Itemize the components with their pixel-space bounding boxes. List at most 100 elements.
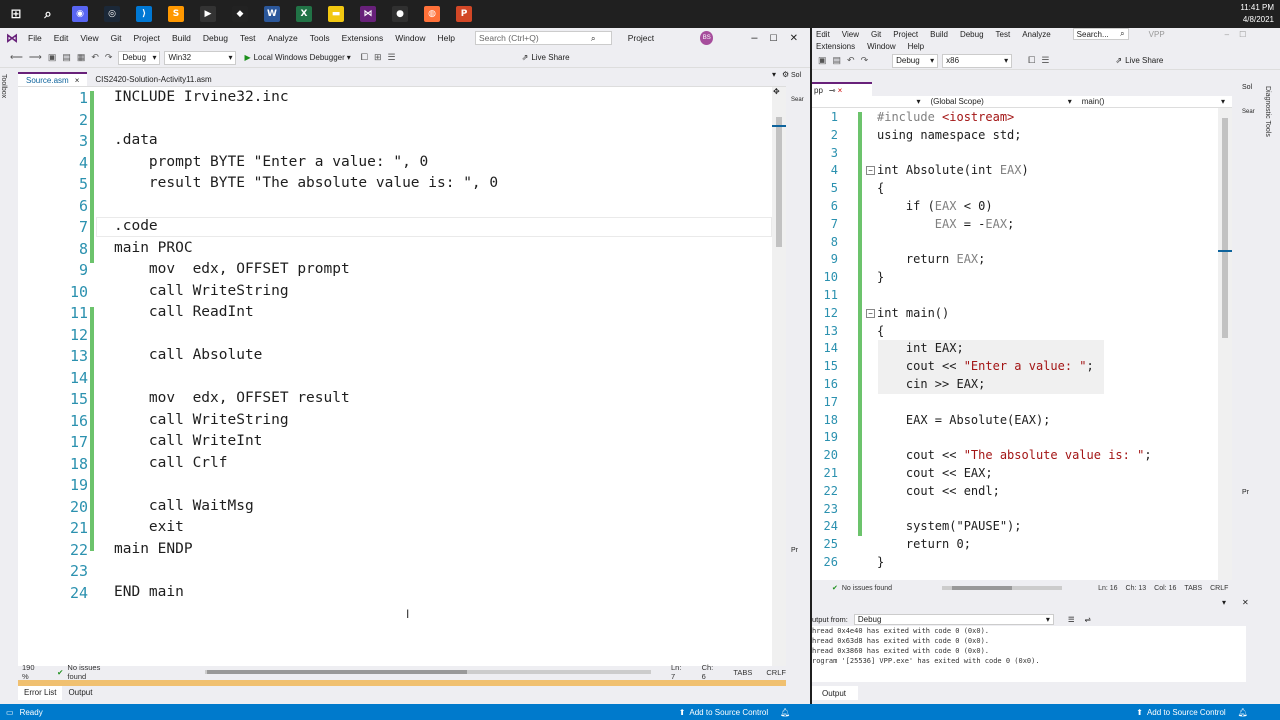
close-icon[interactable]: ×: [838, 86, 843, 95]
function-select[interactable]: main() ▾: [1078, 96, 1228, 107]
maximize-button[interactable]: ☐: [1239, 30, 1246, 39]
comment-icon[interactable]: ☰: [388, 52, 396, 63]
output-text[interactable]: hread 0x4e40 has exited with code 0 (0x0…: [812, 626, 1246, 682]
line-indicator[interactable]: Ln: 16: [1098, 585, 1117, 592]
asm-editor[interactable]: 1 2 3 4 5 6 7 8 9 10 11 12 13 14 15 16 17 18 19 20 21 22 23 24 …: [18, 86, 786, 667]
search-panel-tab[interactable]: Sear: [789, 95, 809, 105]
right-search-input[interactable]: Search... ⌕: [1072, 28, 1129, 40]
diagnostic-tools-strip[interactable]: Diagnostic Tools: [1264, 82, 1280, 182]
menu-window[interactable]: Window: [395, 33, 425, 43]
terminal-icon[interactable]: ▶: [192, 0, 224, 28]
tab-source-asm[interactable]: Source.asm ×: [18, 72, 88, 86]
powerpoint-icon[interactable]: P: [448, 0, 480, 28]
sublime-icon[interactable]: S: [160, 0, 192, 28]
scroll-thumb[interactable]: [776, 117, 782, 247]
right-tab-vpp[interactable]: pp ⊸ ×: [812, 82, 872, 96]
minimize-button[interactable]: –: [751, 32, 757, 44]
minimize-button[interactable]: –: [1225, 30, 1229, 39]
scroll-thumb[interactable]: [1222, 118, 1228, 338]
project-label[interactable]: Project: [628, 33, 654, 43]
breakpoint-icon[interactable]: ⧠: [1028, 55, 1035, 66]
solution-explorer-tab[interactable]: Sol: [789, 70, 809, 81]
tab-error-list[interactable]: Error List: [18, 686, 63, 700]
redo-icon[interactable]: ↷: [105, 52, 113, 63]
pin-icon[interactable]: ⊸: [829, 86, 836, 95]
menu-extensions[interactable]: Extensions: [342, 33, 384, 43]
tab-output[interactable]: Output: [62, 686, 98, 700]
new-file-icon[interactable]: ▣: [48, 52, 57, 63]
taskbar-clock[interactable]: 11:41 PM 4/8/2021: [1240, 2, 1274, 26]
menu-test[interactable]: Test: [996, 30, 1011, 39]
tab-list-dropdown[interactable]: ▾: [772, 70, 776, 79]
left-search-input[interactable]: Search (Ctrl+Q) ⌕: [474, 31, 612, 45]
vscode-icon[interactable]: ⟩: [128, 0, 160, 28]
issues-status[interactable]: No issues found: [842, 585, 892, 592]
menu-help[interactable]: Help: [437, 33, 454, 43]
solution-explorer-tab[interactable]: Sol: [1240, 82, 1260, 93]
discord-icon[interactable]: ◉: [64, 0, 96, 28]
file-explorer-icon[interactable]: ▬: [320, 0, 352, 28]
line-indicator[interactable]: Ln: 7: [671, 663, 688, 681]
new-file-icon[interactable]: ▣: [818, 55, 827, 66]
search-icon[interactable]: ⌕: [32, 0, 64, 28]
word-wrap-icon[interactable]: ⇌: [1085, 615, 1091, 624]
steam-icon[interactable]: ◎: [96, 0, 128, 28]
live-share-button[interactable]: ⇗ Live Share: [522, 53, 570, 62]
menu-debug[interactable]: Debug: [960, 30, 984, 39]
save-all-icon[interactable]: ▦: [77, 52, 86, 63]
char-indicator[interactable]: Ch: 13: [1126, 585, 1147, 592]
menu-view[interactable]: View: [80, 33, 98, 43]
tabs-indicator[interactable]: TABS: [1184, 585, 1202, 592]
cpp-editor[interactable]: 1 2 3 4 5 6 7 8 9 10 11 12 13 14 15 16 17 18 19 20 21 22 23 24 2…: [812, 108, 1232, 580]
menu-help[interactable]: Help: [908, 42, 924, 51]
menu-extensions[interactable]: Extensions: [816, 42, 855, 51]
right-horizontal-scrollbar[interactable]: [942, 586, 1063, 590]
undo-icon[interactable]: ↶: [847, 55, 855, 66]
toolbox-strip[interactable]: Toolbox: [0, 70, 16, 690]
back-icon[interactable]: ⟵: [10, 52, 23, 63]
maximize-button[interactable]: ☐: [770, 33, 778, 44]
add-to-source-control-left[interactable]: Add to Source Control: [689, 708, 768, 717]
output-close-icon[interactable]: ✕: [1242, 598, 1249, 607]
menu-build[interactable]: Build: [930, 30, 948, 39]
menu-file[interactable]: File: [28, 33, 42, 43]
menu-git[interactable]: Git: [871, 30, 881, 39]
issues-status[interactable]: No issues found: [67, 663, 120, 681]
redo-icon[interactable]: ↷: [861, 55, 869, 66]
char-indicator[interactable]: Ch: 6: [702, 663, 720, 681]
properties-panel-tab[interactable]: Pr: [789, 545, 809, 556]
menu-window[interactable]: Window: [867, 42, 895, 51]
tab-output-right[interactable]: Output: [812, 686, 858, 700]
zoom-level[interactable]: 190 %: [22, 663, 43, 681]
forward-icon[interactable]: ⟶: [29, 52, 42, 63]
menu-debug[interactable]: Debug: [203, 33, 228, 43]
global-scope-select[interactable]: (Global Scope) ▾: [927, 96, 1075, 107]
menu-build[interactable]: Build: [172, 33, 191, 43]
left-config-select[interactable]: Debug ▾: [118, 50, 161, 65]
avatar[interactable]: BS: [700, 31, 714, 45]
format-icon[interactable]: ⊞: [374, 52, 382, 63]
menu-edit[interactable]: Edit: [816, 30, 830, 39]
menu-test[interactable]: Test: [240, 33, 256, 43]
right-vertical-scrollbar[interactable]: [1218, 108, 1232, 580]
live-share-button[interactable]: ⇗ Live Share: [1115, 56, 1163, 65]
breakpoint-icon[interactable]: ⧠: [361, 52, 368, 63]
right-platform-select[interactable]: x86 ▾: [942, 53, 1013, 68]
obs-icon[interactable]: ●: [384, 0, 416, 28]
save-icon[interactable]: ▤: [833, 55, 842, 66]
left-platform-select[interactable]: Win32 ▾: [164, 50, 237, 65]
tab-solution-asm[interactable]: CIS2420-Solution-Activity11.asm: [87, 72, 219, 86]
menu-view[interactable]: View: [842, 30, 859, 39]
excel-icon[interactable]: X: [288, 0, 320, 28]
collapse-toggle-icon[interactable]: −: [866, 308, 875, 318]
add-to-source-control-right[interactable]: Add to Source Control: [1147, 708, 1226, 717]
notification-bell-icon[interactable]: 🔔︎: [780, 708, 790, 717]
close-button[interactable]: ✕: [790, 33, 798, 44]
unity-icon[interactable]: ◆: [224, 0, 256, 28]
collapse-toggle-icon[interactable]: −: [866, 166, 875, 176]
menu-analyze[interactable]: Analyze: [268, 33, 298, 43]
menu-project[interactable]: Project: [893, 30, 918, 39]
menu-edit[interactable]: Edit: [54, 33, 69, 43]
split-icon[interactable]: ✥: [773, 87, 780, 96]
save-icon[interactable]: ▤: [62, 52, 71, 63]
